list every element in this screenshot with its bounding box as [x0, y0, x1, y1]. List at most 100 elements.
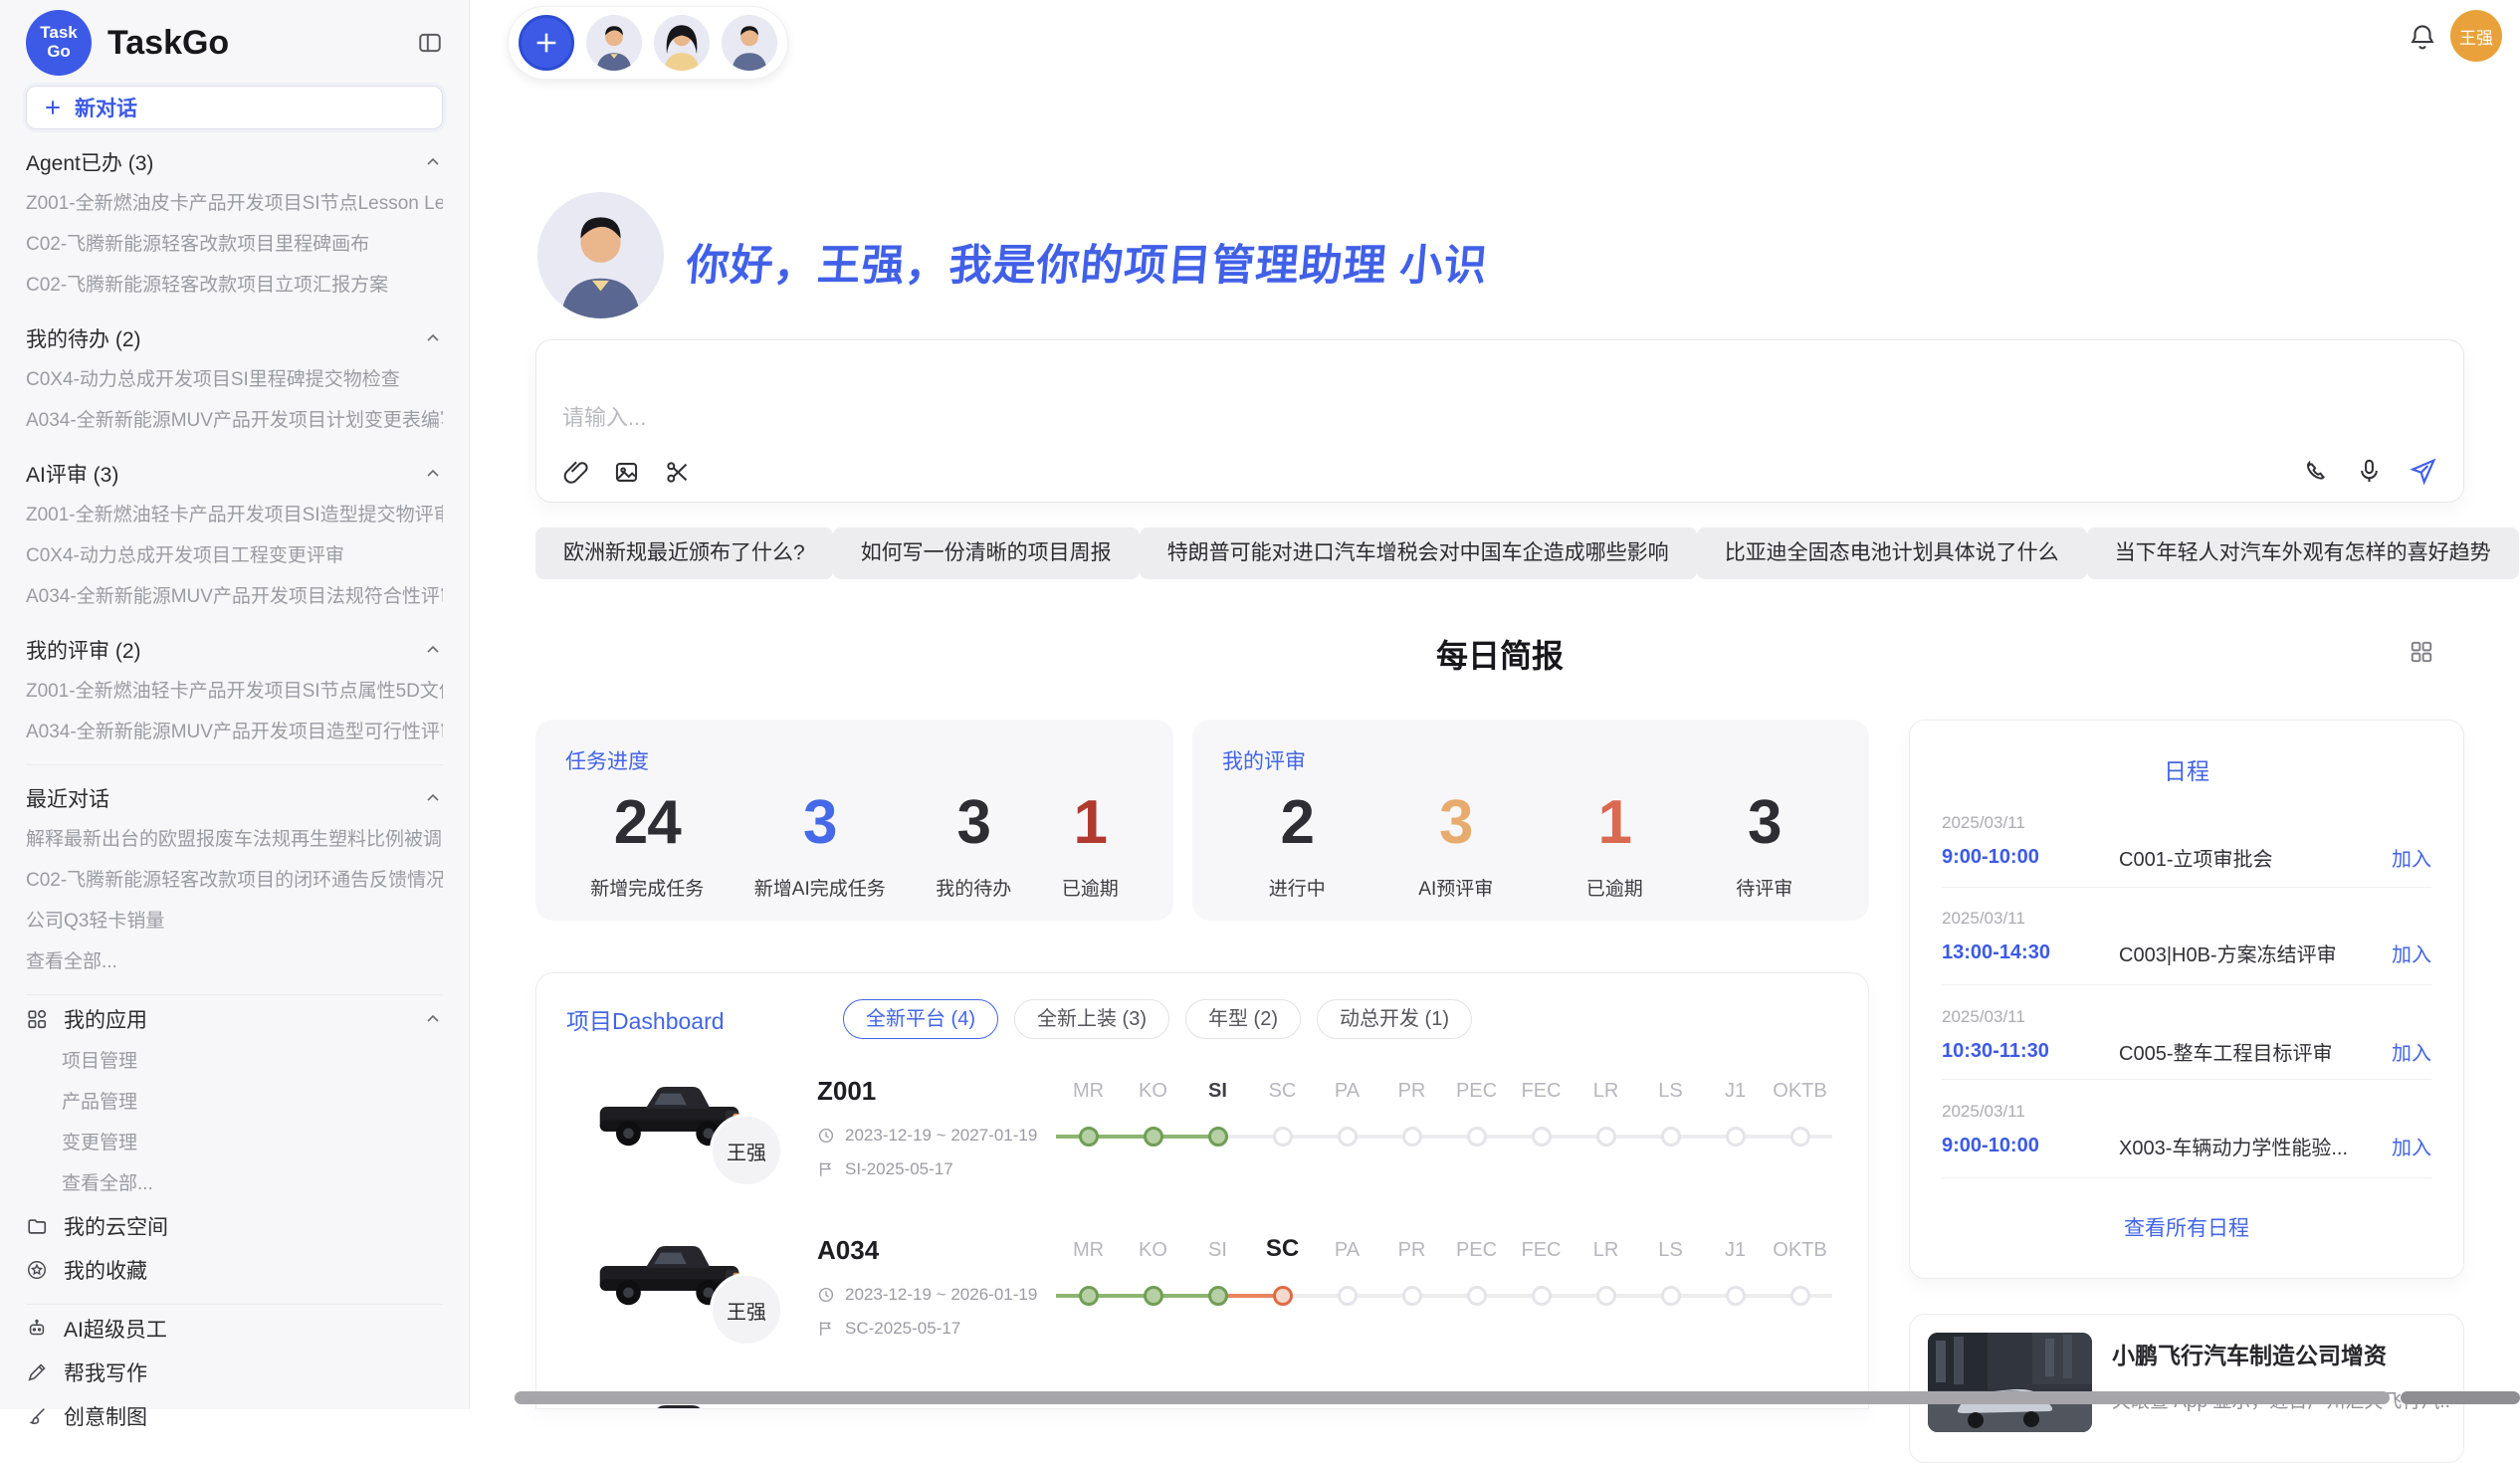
milestone-timeline: MRKOSISCPAPRPECFECLRLSJ1OKTB [1056, 1064, 1832, 1193]
sidebar-item-tool[interactable]: AI超级员工 [26, 1307, 443, 1351]
app-link[interactable]: 项目管理 [26, 1041, 443, 1082]
milestone-dot [1596, 1286, 1616, 1306]
sidebar-item-shortcut[interactable]: 我的云空间 [26, 1204, 443, 1248]
news-card[interactable]: 小鹏飞行汽车制造公司增资 天眼查 App 显示，近日广州汇天飞行汽... [1909, 1314, 2464, 1463]
suggestion-chip[interactable]: 特朗普可能对进口汽车增税会对中国车企造成哪些影响 [1140, 527, 1697, 579]
star-badge-icon [26, 1259, 48, 1281]
sidebar-section-header[interactable]: 我的评审 (2) [26, 629, 443, 671]
stat-label: 已逾期 [1062, 874, 1119, 901]
new-chat-button[interactable]: 新对话 [26, 86, 443, 129]
layout-grid-icon[interactable] [2409, 639, 2434, 665]
dashboard-tab[interactable]: 全新上装 (3) [1014, 999, 1169, 1039]
microphone-icon[interactable] [2356, 458, 2383, 485]
user-avatar-badge[interactable]: 王强 [2450, 10, 2502, 62]
milestone-label: MR [1056, 1080, 1121, 1103]
schedule-item: 2025/03/1110:30-11:30C005-整车工程目标评审加入 [1942, 1007, 2431, 1066]
horizontal-scrollbar-thumb[interactable] [515, 1391, 2390, 1404]
avatar-2[interactable] [654, 15, 710, 71]
send-icon[interactable] [2409, 457, 2437, 486]
sidebar-item[interactable]: Z001-全新燃油皮卡产品开发项目SI节点Lesson Learn报告 [26, 183, 443, 224]
project-row[interactable]: 王强Z0012023-12-19 ~ 2027-01-19SI-2025-05-… [566, 1064, 1840, 1223]
app-link[interactable]: 产品管理 [26, 1082, 443, 1123]
sidebar-item[interactable]: 查看全部... [26, 941, 443, 982]
new-session-button[interactable] [519, 15, 574, 71]
project-row[interactable]: 王强A0342023-12-19 ~ 2026-01-19SC-2025-05-… [566, 1223, 1840, 1382]
sidebar-section-header[interactable]: 最近对话 [26, 777, 443, 819]
join-meeting-link[interactable]: 加入 [2392, 1037, 2431, 1066]
sidebar-section-header[interactable]: AI评审 (3) [26, 453, 443, 495]
app-link[interactable]: 查看全部... [26, 1163, 443, 1204]
sidebar-item-shortcut[interactable]: 我的收藏 [26, 1248, 443, 1292]
suggestion-chip[interactable]: 欧洲新规最近颁布了什么? [535, 527, 833, 579]
stat-value: 1 [1062, 787, 1119, 858]
composer-actions [2303, 457, 2437, 486]
sidebar-item[interactable]: 解释最新出台的欧盟报废车法规再生塑料比例被调至15%... [26, 819, 443, 860]
sidebar-collapse-icon[interactable] [417, 30, 443, 56]
suggestion-chip[interactable]: 当下年轻人对汽车外观有怎样的喜好趋势 [2087, 527, 2519, 579]
sidebar-item[interactable]: 公司Q3轻卡销量 [26, 901, 443, 941]
scissors-icon[interactable] [664, 459, 691, 486]
sidebar-section-header[interactable]: Agent已办 (3) [26, 141, 443, 183]
milestone-label: OKTB [1768, 1080, 1832, 1103]
sidebar-item[interactable]: A034-全新新能源MUV产品开发项目计划变更表编写 [26, 400, 443, 441]
dashboard-tab[interactable]: 全新平台 (4) [843, 999, 998, 1039]
schedule-name: C005-整车工程目标评审 [2119, 1037, 2392, 1066]
milestone-dot [1144, 1127, 1163, 1147]
view-all-schedule-link[interactable]: 查看所有日程 [1910, 1212, 2463, 1242]
milestone: PEC [1444, 1223, 1509, 1353]
milestone-dot [1726, 1286, 1746, 1306]
dashboard-tab[interactable]: 年型 (2) [1185, 999, 1301, 1039]
milestone-label: LS [1638, 1239, 1703, 1262]
suggestion-chip[interactable]: 比亚迪全固态电池计划具体说了什么 [1697, 527, 2087, 579]
sidebar-section-header[interactable]: 我的待办 (2) [26, 317, 443, 359]
sidebar-item[interactable]: Z001-全新燃油轻卡产品开发项目SI造型提交物评审 [26, 495, 443, 535]
image-icon[interactable] [613, 459, 640, 486]
milestone-label: PEC [1444, 1080, 1509, 1103]
dashboard-tabs: 全新平台 (4) 全新上装 (3) 年型 (2) 动总开发 (1) [843, 999, 1472, 1039]
project-code: Z001 [817, 1076, 876, 1107]
avatar-1[interactable] [586, 15, 642, 71]
join-meeting-link[interactable]: 加入 [2392, 843, 2431, 872]
sidebar-item[interactable]: C02-飞腾新能源轻客改款项目里程碑画布 [26, 224, 443, 265]
sidebar-item[interactable]: C0X4-动力总成开发项目SI里程碑提交物检查 [26, 359, 443, 400]
dashboard-tab[interactable]: 动总开发 (1) [1317, 999, 1472, 1039]
logo-line-1: Task [40, 24, 78, 43]
stat: 2进行中 [1269, 787, 1326, 901]
milestone-dot [1273, 1286, 1293, 1306]
scrollbar-corner-thumb[interactable] [2401, 1391, 2520, 1404]
sidebar-item[interactable]: Z001-全新燃油轻卡产品开发项目SI节点属性5D文件评审 [26, 671, 443, 712]
sidebar-item[interactable]: C02-飞腾新能源轻客改款项目立项汇报方案 [26, 265, 443, 306]
sidebar-item-tool[interactable]: 帮我写作 [26, 1351, 443, 1394]
schedule-item: 2025/03/1113:00-14:30C003|H0B-方案冻结评审加入 [1942, 909, 2431, 967]
cloud-folder-icon [26, 1215, 48, 1237]
milestone: SI [1185, 1064, 1250, 1193]
milestone-dot [1661, 1127, 1681, 1147]
schedule-time: 10:30-11:30 [1942, 1040, 2119, 1063]
notification-bell-icon[interactable] [2408, 22, 2437, 52]
tool-label: 帮我写作 [64, 1358, 147, 1387]
join-meeting-link[interactable]: 加入 [2392, 1132, 2431, 1160]
sidebar-item-my-apps[interactable]: 我的应用 [26, 997, 443, 1041]
suggestion-chip[interactable]: 如何写一份清晰的项目周报 [833, 527, 1140, 579]
assistant-avatar [537, 192, 664, 318]
sidebar-item[interactable]: A034-全新新能源MUV产品开发项目造型可行性评审 [26, 712, 443, 752]
milestone-label: PA [1315, 1239, 1379, 1262]
sidebar-item[interactable]: C02-飞腾新能源轻客改款项目的闭环通告反馈情况 [26, 860, 443, 901]
sidebar-item[interactable]: A034-全新新能源MUV产品开发项目法规符合性评审 [26, 576, 443, 617]
sidebar-bottom: 我的应用项目管理产品管理变更管理查看全部...我的云空间我的收藏 AI超级员工帮我… [26, 994, 443, 1438]
paperclip-icon[interactable] [562, 459, 589, 486]
app-link[interactable]: 变更管理 [26, 1123, 443, 1163]
robot-icon [26, 1318, 48, 1340]
join-meeting-link[interactable]: 加入 [2392, 939, 2431, 967]
sidebar-item-tool[interactable]: 创意制图 [26, 1394, 443, 1438]
avatar-3[interactable] [722, 15, 777, 71]
message-input[interactable] [562, 400, 2155, 448]
phone-icon[interactable] [2303, 458, 2330, 485]
sidebar-section-title: 我的评审 (2) [26, 635, 141, 665]
composer-attachments [562, 459, 691, 486]
sidebar-item[interactable]: C0X4-动力总成开发项目工程变更评审 [26, 535, 443, 576]
schedule-time: 9:00-10:00 [1942, 1135, 2119, 1157]
chevron-up-icon [423, 328, 443, 348]
project-flag-date: SI-2025-05-17 [845, 1159, 953, 1179]
milestone: PA [1315, 1223, 1379, 1353]
